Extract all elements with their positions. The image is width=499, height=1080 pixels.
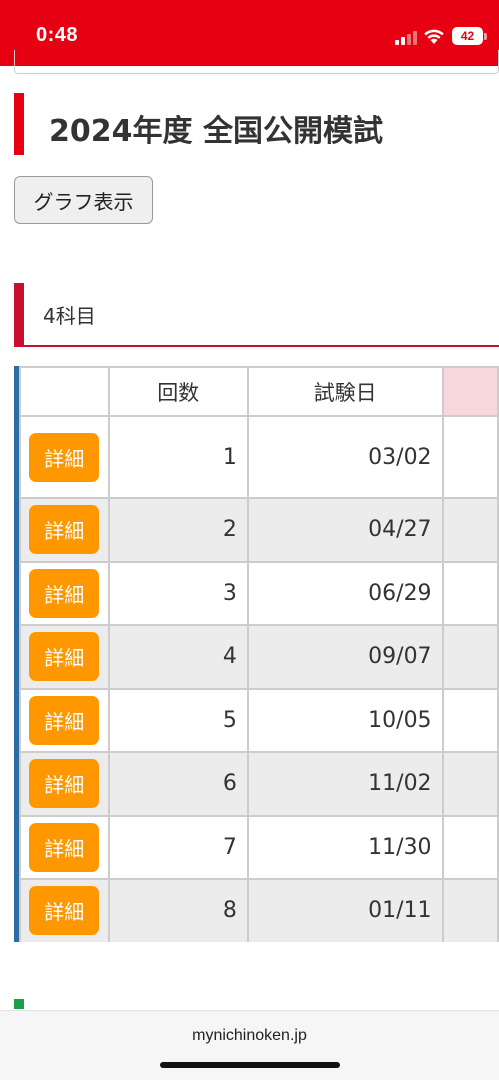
detail-button[interactable]: 詳細 xyxy=(29,505,100,555)
column-header-extra xyxy=(441,366,499,417)
detail-button[interactable]: 詳細 xyxy=(29,568,100,618)
action-cell: 詳細 xyxy=(19,814,110,880)
results-table-container[interactable]: 回数 試験日 詳細 1 03/02 詳細 2 04/27 詳細 3 06/29 xyxy=(14,366,499,942)
date-cell: 09/07 xyxy=(246,624,444,690)
date-cell: 04/27 xyxy=(246,497,444,563)
cellular-signal-icon xyxy=(395,29,419,45)
count-cell: 4 xyxy=(107,624,249,690)
extra-cell xyxy=(441,687,499,753)
date-cell: 11/30 xyxy=(246,814,444,880)
table-row: 詳細 8 01/11 xyxy=(19,878,499,942)
count-cell: 2 xyxy=(107,497,249,563)
detail-button[interactable]: 詳細 xyxy=(29,632,100,682)
action-cell: 詳細 xyxy=(19,497,110,563)
table-row: 詳細 6 11/02 xyxy=(19,751,499,817)
count-cell: 3 xyxy=(107,560,249,626)
detail-button[interactable]: 詳細 xyxy=(29,695,100,745)
count-cell: 1 xyxy=(107,415,249,499)
next-section-marker xyxy=(14,999,24,1009)
count-cell: 8 xyxy=(107,878,249,942)
browser-address-bar[interactable] xyxy=(0,1010,499,1080)
extra-cell xyxy=(441,497,499,563)
extra-cell xyxy=(441,878,499,942)
date-cell: 01/11 xyxy=(246,878,444,942)
table-row: 詳細 1 03/02 xyxy=(19,415,499,499)
date-cell: 11/02 xyxy=(246,751,444,817)
count-cell: 7 xyxy=(107,814,249,880)
results-table: 回数 試験日 詳細 1 03/02 詳細 2 04/27 詳細 3 06/29 xyxy=(19,366,499,942)
wifi-icon xyxy=(424,29,444,44)
table-row: 詳細 4 09/07 xyxy=(19,624,499,690)
table-row: 詳細 5 10/05 xyxy=(19,687,499,753)
action-cell: 詳細 xyxy=(19,687,110,753)
action-cell: 詳細 xyxy=(19,878,110,942)
battery-icon: 42 xyxy=(452,27,483,45)
status-time: 0:48 xyxy=(36,24,79,46)
detail-button[interactable]: 詳細 xyxy=(29,759,100,809)
column-header-action xyxy=(19,366,110,417)
battery-tip xyxy=(484,33,487,40)
action-cell: 詳細 xyxy=(19,415,110,499)
detail-button[interactable]: 詳細 xyxy=(29,822,100,872)
table-header-row: 回数 試験日 xyxy=(19,366,499,417)
action-cell: 詳細 xyxy=(19,560,110,626)
graph-display-button[interactable]: グラフ表示 xyxy=(14,176,153,224)
page-title: 2024年度 全国公開模試 xyxy=(49,114,383,149)
table-row: 詳細 3 06/29 xyxy=(19,560,499,626)
column-header-date: 試験日 xyxy=(246,366,444,417)
previous-card-edge xyxy=(14,50,499,74)
date-cell: 03/02 xyxy=(246,415,444,499)
extra-cell xyxy=(441,814,499,880)
action-cell: 詳細 xyxy=(19,624,110,690)
extra-cell xyxy=(441,751,499,817)
title-accent-bar xyxy=(14,93,24,155)
section-title: 4科目 xyxy=(43,304,96,328)
count-cell: 6 xyxy=(107,751,249,817)
extra-cell xyxy=(441,415,499,499)
date-cell: 10/05 xyxy=(246,687,444,753)
address-url[interactable]: mynichinoken.jp xyxy=(0,1027,499,1045)
detail-button[interactable]: 詳細 xyxy=(29,886,100,936)
extra-cell xyxy=(441,624,499,690)
action-cell: 詳細 xyxy=(19,751,110,817)
table-row: 詳細 2 04/27 xyxy=(19,497,499,563)
table-row: 詳細 7 11/30 xyxy=(19,814,499,880)
detail-button[interactable]: 詳細 xyxy=(29,432,100,482)
column-header-count: 回数 xyxy=(107,366,249,417)
battery-level: 42 xyxy=(460,29,475,43)
extra-cell xyxy=(441,560,499,626)
count-cell: 5 xyxy=(107,687,249,753)
date-cell: 06/29 xyxy=(246,560,444,626)
home-indicator[interactable] xyxy=(160,1062,340,1068)
